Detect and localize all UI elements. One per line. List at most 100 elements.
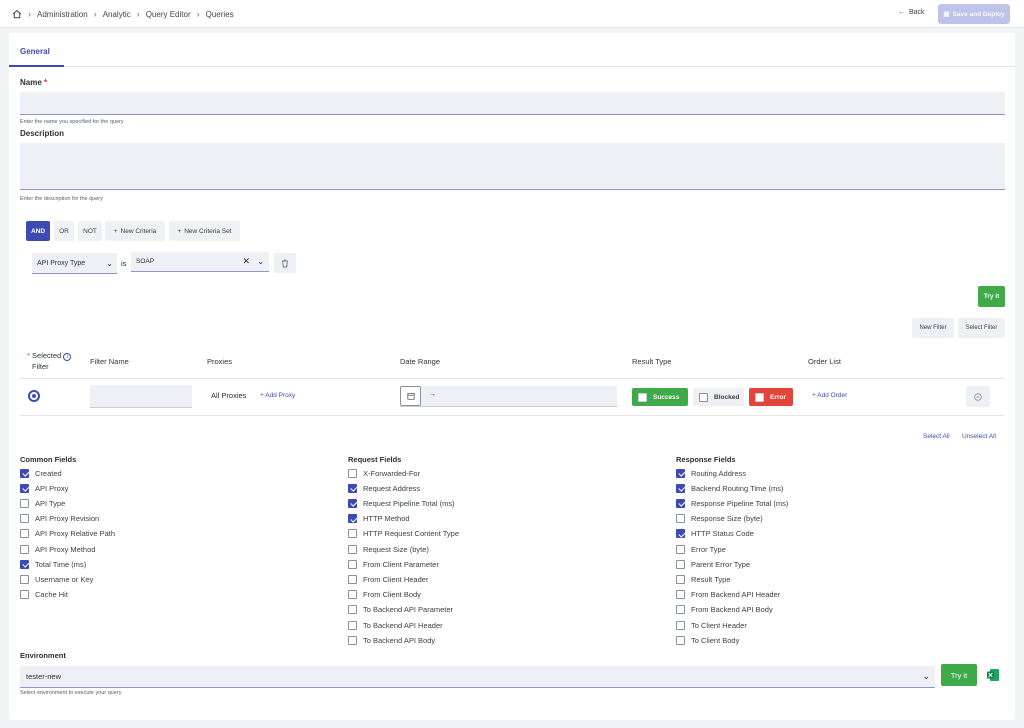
request-field-checkbox[interactable]: Request Address <box>348 482 420 494</box>
delete-criteria-button[interactable] <box>274 253 296 273</box>
checkbox[interactable] <box>348 529 357 539</box>
response-field-checkbox[interactable]: Error Type <box>676 543 726 555</box>
checkbox[interactable] <box>348 468 357 478</box>
checkbox[interactable] <box>20 559 29 569</box>
blocked-toggle[interactable]: Blocked <box>693 388 744 406</box>
checkbox[interactable] <box>676 529 685 539</box>
common-field-checkbox[interactable]: Created <box>20 467 62 479</box>
checkbox[interactable] <box>676 498 685 508</box>
checkbox[interactable] <box>348 605 357 615</box>
common-field-checkbox[interactable]: Username or Key <box>20 573 93 585</box>
response-field-checkbox[interactable]: HTTP Status Code <box>676 528 754 540</box>
common-field-checkbox[interactable]: Cache Hit <box>20 589 68 601</box>
checkbox[interactable] <box>20 574 29 584</box>
checkbox[interactable] <box>20 483 29 493</box>
request-field-checkbox[interactable]: HTTP Request Content Type <box>348 528 459 540</box>
checkbox[interactable] <box>348 620 357 630</box>
request-field-checkbox[interactable]: From Client Header <box>348 573 428 585</box>
and-button[interactable]: AND <box>26 221 50 241</box>
selected-filter-radio[interactable] <box>28 390 40 402</box>
new-criteria-button[interactable]: + New Criteria <box>105 221 165 241</box>
response-field-checkbox[interactable]: Response Size (byte) <box>676 513 763 525</box>
checkbox[interactable] <box>348 514 357 524</box>
common-field-checkbox[interactable]: API Proxy Method <box>20 543 95 555</box>
add-order-button[interactable]: + Add Order <box>812 392 847 399</box>
checkbox[interactable] <box>348 590 357 600</box>
checkbox[interactable] <box>676 544 685 554</box>
checkbox[interactable] <box>20 529 29 539</box>
checkbox[interactable] <box>676 483 685 493</box>
new-filter-button[interactable]: New Filter <box>912 318 954 338</box>
date-range-input[interactable]: → <box>400 386 617 407</box>
common-field-checkbox[interactable]: Total Time (ms) <box>20 558 86 570</box>
calendar-button[interactable] <box>400 386 421 406</box>
checkbox[interactable] <box>676 620 685 630</box>
response-field-checkbox[interactable]: Parent Error Type <box>676 558 750 570</box>
breadcrumb-administration[interactable]: Administration <box>37 10 88 19</box>
checkbox[interactable] <box>348 498 357 508</box>
tab-general[interactable]: General <box>20 47 50 56</box>
request-field-checkbox[interactable]: From Client Parameter <box>348 558 439 570</box>
response-field-checkbox[interactable]: To Client Header <box>676 619 747 631</box>
info-icon[interactable]: i <box>63 353 72 361</box>
checkbox[interactable] <box>676 574 685 584</box>
criteria-field-select[interactable]: API Proxy Type ⌄ <box>32 253 117 274</box>
request-field-checkbox[interactable]: Request Size (byte) <box>348 543 429 555</box>
not-button[interactable]: NOT <box>78 221 102 241</box>
request-field-checkbox[interactable]: HTTP Method <box>348 513 410 525</box>
checkbox[interactable] <box>20 544 29 554</box>
common-field-checkbox[interactable]: API Proxy <box>20 482 68 494</box>
common-field-checkbox[interactable]: API Type <box>20 497 65 509</box>
common-field-checkbox[interactable]: API Proxy Revision <box>20 513 99 525</box>
response-field-checkbox[interactable]: From Backend API Header <box>676 589 780 601</box>
checkbox[interactable] <box>20 590 29 600</box>
checkbox[interactable] <box>676 635 685 645</box>
checkbox[interactable] <box>676 514 685 524</box>
unselect-all-link[interactable]: Unselect All <box>962 433 996 440</box>
new-criteria-set-button[interactable]: + New Criteria Set <box>169 221 240 241</box>
name-input[interactable] <box>20 92 1005 115</box>
or-button[interactable]: OR <box>54 221 74 241</box>
checkbox[interactable] <box>676 605 685 615</box>
request-field-checkbox[interactable]: From Client Body <box>348 589 421 601</box>
response-field-checkbox[interactable]: Routing Address <box>676 467 746 479</box>
environment-select[interactable]: tester-new ⌄ <box>20 666 935 688</box>
checkbox[interactable] <box>348 544 357 554</box>
response-field-checkbox[interactable]: Response Pipeline Total (ms) <box>676 497 788 509</box>
back-button[interactable]: ← Back <box>898 9 925 16</box>
request-field-checkbox[interactable]: To Backend API Header <box>348 619 443 631</box>
error-toggle[interactable]: Error <box>749 388 793 406</box>
breadcrumb-analytic[interactable]: Analytic <box>103 10 131 19</box>
save-and-deploy-button[interactable]: ▣ Save and Deploy <box>938 4 1010 24</box>
select-filter-button[interactable]: Select Filter <box>958 318 1005 338</box>
select-all-link[interactable]: Select All <box>923 433 950 440</box>
checkbox[interactable] <box>20 514 29 524</box>
breadcrumb-query-editor[interactable]: Query Editor <box>146 10 191 19</box>
checkbox[interactable] <box>348 635 357 645</box>
checkbox[interactable] <box>676 559 685 569</box>
checkbox[interactable] <box>676 590 685 600</box>
request-field-checkbox[interactable]: To Backend API Parameter <box>348 604 453 616</box>
response-field-checkbox[interactable]: Backend Routing Time (ms) <box>676 482 784 494</box>
remove-filter-button[interactable] <box>966 386 990 407</box>
description-textarea[interactable] <box>20 143 1005 190</box>
add-proxy-button[interactable]: + Add Proxy <box>260 392 295 399</box>
request-field-checkbox[interactable]: To Backend API Body <box>348 634 435 646</box>
try-it-button[interactable]: Try it <box>941 664 977 686</box>
checkbox[interactable] <box>20 468 29 478</box>
clear-icon[interactable]: ✕ <box>242 256 250 267</box>
response-field-checkbox[interactable]: To Client Body <box>676 634 739 646</box>
try-it-button-small[interactable]: Try it <box>978 286 1005 307</box>
request-field-checkbox[interactable]: X-Forwarded-For <box>348 467 420 479</box>
excel-export-icon[interactable] <box>986 668 1000 682</box>
request-field-checkbox[interactable]: Request Pipeline Total (ms) <box>348 497 455 509</box>
response-field-checkbox[interactable]: From Backend API Body <box>676 604 773 616</box>
response-field-checkbox[interactable]: Result Type <box>676 573 730 585</box>
common-field-checkbox[interactable]: API Proxy Relative Path <box>20 528 115 540</box>
checkbox[interactable] <box>20 498 29 508</box>
checkbox[interactable] <box>348 574 357 584</box>
home-icon[interactable] <box>12 9 22 19</box>
checkbox[interactable] <box>676 468 685 478</box>
criteria-value-select[interactable]: SOAP ✕ ⌄ <box>131 252 269 272</box>
checkbox[interactable] <box>348 483 357 493</box>
